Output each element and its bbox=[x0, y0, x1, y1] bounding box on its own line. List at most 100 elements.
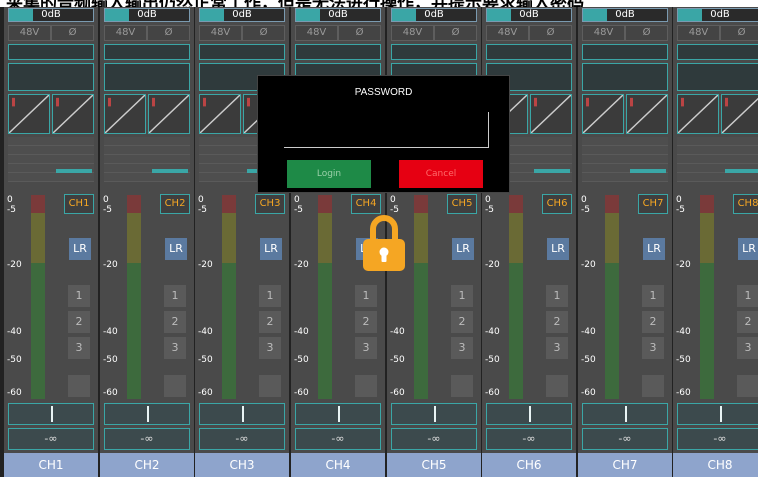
pan-slider[interactable] bbox=[391, 403, 477, 425]
eq-display[interactable] bbox=[8, 63, 94, 91]
channel-select-button[interactable]: CH6 bbox=[542, 194, 572, 214]
bus-assign-button[interactable]: 3 bbox=[546, 337, 568, 359]
channel-select-button[interactable]: CH4 bbox=[351, 194, 381, 214]
bus-assign-button[interactable]: 1 bbox=[259, 285, 281, 307]
phase-invert-button[interactable]: Ø bbox=[434, 25, 477, 41]
channel-select-button[interactable]: CH2 bbox=[160, 194, 190, 214]
channel-select-button[interactable]: CH3 bbox=[255, 194, 285, 214]
lr-assign-button[interactable]: LR bbox=[547, 238, 569, 260]
gain-slider[interactable]: 0dB bbox=[104, 8, 190, 22]
gate-graph[interactable] bbox=[582, 94, 624, 134]
bus-assign-button[interactable]: 1 bbox=[546, 285, 568, 307]
phantom-power-button[interactable]: 48V bbox=[582, 25, 625, 41]
compressor-graph[interactable] bbox=[530, 94, 572, 134]
input-name-field[interactable] bbox=[295, 44, 381, 60]
channel-select-button[interactable]: CH1 bbox=[64, 194, 94, 214]
input-name-field[interactable] bbox=[582, 44, 668, 60]
phantom-power-button[interactable]: 48V bbox=[391, 25, 434, 41]
phantom-power-button[interactable]: 48V bbox=[677, 25, 720, 41]
pan-slider[interactable] bbox=[582, 403, 668, 425]
mute-button[interactable] bbox=[355, 375, 377, 397]
gate-graph[interactable] bbox=[8, 94, 50, 134]
bus-assign-button[interactable]: 2 bbox=[737, 311, 758, 333]
mute-button[interactable] bbox=[642, 375, 664, 397]
mute-button[interactable] bbox=[68, 375, 90, 397]
bus-assign-button[interactable]: 3 bbox=[259, 337, 281, 359]
phantom-power-button[interactable]: 48V bbox=[8, 25, 51, 41]
bus-assign-button[interactable]: 1 bbox=[737, 285, 758, 307]
input-name-field[interactable] bbox=[199, 44, 285, 60]
bus-assign-button[interactable]: 1 bbox=[642, 285, 664, 307]
phase-invert-button[interactable]: Ø bbox=[625, 25, 668, 41]
eq-display[interactable] bbox=[104, 63, 190, 91]
lr-assign-button[interactable]: LR bbox=[738, 238, 758, 260]
eq-display[interactable] bbox=[677, 63, 758, 91]
input-name-field[interactable] bbox=[8, 44, 94, 60]
gain-slider[interactable]: 0dB bbox=[199, 8, 285, 22]
pan-slider[interactable] bbox=[295, 403, 381, 425]
mute-button[interactable] bbox=[259, 375, 281, 397]
eq-display[interactable] bbox=[582, 63, 668, 91]
lr-assign-button[interactable]: LR bbox=[452, 238, 474, 260]
param-slider[interactable] bbox=[534, 169, 570, 173]
phase-invert-button[interactable]: Ø bbox=[147, 25, 190, 41]
input-name-field[interactable] bbox=[486, 44, 572, 60]
bus-assign-button[interactable]: 3 bbox=[451, 337, 473, 359]
lr-assign-button[interactable]: LR bbox=[643, 238, 665, 260]
compressor-graph[interactable] bbox=[721, 94, 758, 134]
bus-assign-button[interactable]: 3 bbox=[164, 337, 186, 359]
bus-assign-button[interactable]: 2 bbox=[642, 311, 664, 333]
cancel-button[interactable]: Cancel bbox=[399, 160, 483, 188]
compressor-graph[interactable] bbox=[626, 94, 668, 134]
bus-assign-button[interactable]: 3 bbox=[355, 337, 377, 359]
compressor-graph[interactable] bbox=[52, 94, 94, 134]
gate-graph[interactable] bbox=[104, 94, 146, 134]
pan-slider[interactable] bbox=[199, 403, 285, 425]
gain-slider[interactable]: 0dB bbox=[582, 8, 668, 22]
gate-graph[interactable] bbox=[677, 94, 719, 134]
bus-assign-button[interactable]: 2 bbox=[68, 311, 90, 333]
param-slider[interactable] bbox=[56, 169, 92, 173]
param-slider[interactable] bbox=[630, 169, 666, 173]
bus-assign-button[interactable]: 2 bbox=[164, 311, 186, 333]
param-slider[interactable] bbox=[152, 169, 188, 173]
phase-invert-button[interactable]: Ø bbox=[720, 25, 758, 41]
login-button[interactable]: Login bbox=[287, 160, 371, 188]
lr-assign-button[interactable]: LR bbox=[69, 238, 91, 260]
input-name-field[interactable] bbox=[677, 44, 758, 60]
phantom-power-button[interactable]: 48V bbox=[295, 25, 338, 41]
mute-button[interactable] bbox=[164, 375, 186, 397]
bus-assign-button[interactable]: 1 bbox=[164, 285, 186, 307]
gate-graph[interactable] bbox=[199, 94, 241, 134]
gain-slider[interactable]: 0dB bbox=[677, 8, 758, 22]
bus-assign-button[interactable]: 3 bbox=[642, 337, 664, 359]
channel-select-button[interactable]: CH7 bbox=[638, 194, 668, 214]
phantom-power-button[interactable]: 48V bbox=[486, 25, 529, 41]
bus-assign-button[interactable]: 2 bbox=[451, 311, 473, 333]
phantom-power-button[interactable]: 48V bbox=[104, 25, 147, 41]
pan-slider[interactable] bbox=[104, 403, 190, 425]
mute-button[interactable] bbox=[546, 375, 568, 397]
pan-slider[interactable] bbox=[677, 403, 758, 425]
channel-select-button[interactable]: CH5 bbox=[447, 194, 477, 214]
lr-assign-button[interactable]: LR bbox=[260, 238, 282, 260]
gain-slider[interactable]: 0dB bbox=[486, 8, 572, 22]
bus-assign-button[interactable]: 1 bbox=[451, 285, 473, 307]
compressor-graph[interactable] bbox=[148, 94, 190, 134]
bus-assign-button[interactable]: 3 bbox=[737, 337, 758, 359]
gain-slider[interactable]: 0dB bbox=[295, 8, 381, 22]
phase-invert-button[interactable]: Ø bbox=[242, 25, 285, 41]
mute-button[interactable] bbox=[451, 375, 473, 397]
bus-assign-button[interactable]: 1 bbox=[355, 285, 377, 307]
gain-slider[interactable]: 0dB bbox=[391, 8, 477, 22]
param-slider[interactable] bbox=[725, 169, 758, 173]
bus-assign-button[interactable]: 2 bbox=[355, 311, 377, 333]
bus-assign-button[interactable]: 2 bbox=[546, 311, 568, 333]
input-name-field[interactable] bbox=[104, 44, 190, 60]
lr-assign-button[interactable]: LR bbox=[165, 238, 187, 260]
input-name-field[interactable] bbox=[391, 44, 477, 60]
mute-button[interactable] bbox=[737, 375, 758, 397]
pan-slider[interactable] bbox=[8, 403, 94, 425]
bus-assign-button[interactable]: 2 bbox=[259, 311, 281, 333]
phase-invert-button[interactable]: Ø bbox=[529, 25, 572, 41]
